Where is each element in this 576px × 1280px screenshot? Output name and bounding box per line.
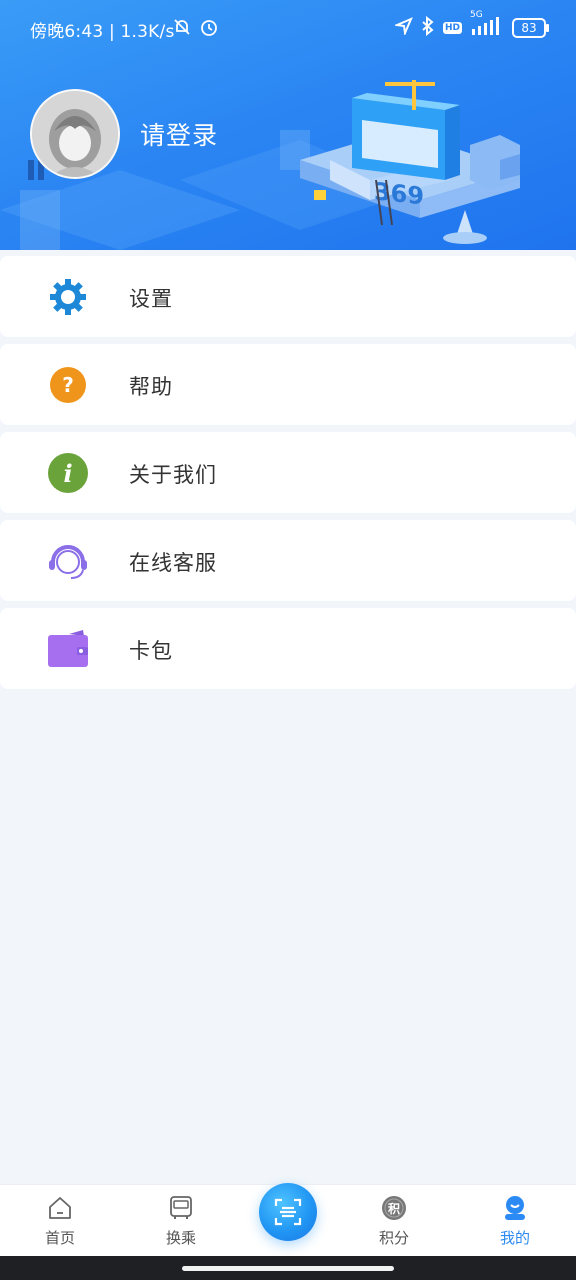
nav-label: 积分 bbox=[378, 1229, 409, 1247]
avatar-placeholder-icon bbox=[32, 91, 118, 177]
home-icon bbox=[49, 1197, 71, 1219]
nav-label: 换乘 bbox=[165, 1229, 196, 1247]
scan-icon bbox=[274, 1198, 302, 1226]
menu-list: 设置 ? 帮助 i 关于我们 在线客服 卡包 bbox=[0, 256, 576, 696]
alarm-icon bbox=[199, 17, 219, 42]
menu-item-label: 在线客服 bbox=[129, 551, 217, 575]
bus-icon bbox=[170, 1196, 192, 1219]
nav-points[interactable]: 积 积分 bbox=[354, 1185, 434, 1257]
gear-icon bbox=[50, 279, 86, 315]
avatar[interactable] bbox=[30, 89, 120, 179]
menu-item-label: 设置 bbox=[129, 287, 173, 311]
points-badge: 积 bbox=[388, 1201, 400, 1216]
status-bar: 傍晚6:43 | 1.3K/s HD 5G 83 bbox=[0, 0, 576, 56]
home-indicator[interactable] bbox=[182, 1266, 394, 1271]
nav-home[interactable]: 首页 bbox=[20, 1185, 100, 1257]
banner-number: 369 bbox=[374, 177, 424, 210]
menu-item-help[interactable]: ? 帮助 bbox=[0, 344, 576, 425]
hd-badge: HD bbox=[442, 22, 462, 34]
menu-item-customer-service[interactable]: 在线客服 bbox=[0, 520, 576, 601]
menu-item-settings[interactable]: 设置 bbox=[0, 256, 576, 337]
profile-icon bbox=[505, 1196, 525, 1220]
svg-text:i: i bbox=[63, 459, 72, 488]
help-icon: ? bbox=[50, 367, 86, 403]
menu-item-label: 帮助 bbox=[129, 375, 173, 399]
bluetooth-icon bbox=[421, 15, 435, 41]
svg-text:?: ? bbox=[62, 373, 74, 397]
menu-item-about[interactable]: i 关于我们 bbox=[0, 432, 576, 513]
profile-header: 369 傍晚6:43 | 1.3K/s HD 5G 83 请登录 bbox=[0, 0, 576, 250]
nav-label: 我的 bbox=[499, 1229, 530, 1247]
info-icon: i bbox=[48, 453, 88, 493]
location-icon bbox=[393, 16, 413, 40]
menu-item-label: 卡包 bbox=[129, 639, 173, 663]
scan-button[interactable] bbox=[259, 1183, 317, 1241]
battery-indicator: 83 bbox=[512, 18, 549, 38]
mute-icon bbox=[172, 17, 192, 42]
status-icons-right: HD 5G 83 bbox=[393, 10, 549, 42]
status-time: 傍晚6:43 | 1.3K/s bbox=[30, 22, 175, 42]
points-icon: 积 bbox=[382, 1196, 406, 1220]
nav-transfer[interactable]: 换乘 bbox=[141, 1185, 221, 1257]
nav-label: 首页 bbox=[44, 1229, 75, 1247]
menu-item-label: 关于我们 bbox=[129, 463, 217, 487]
signal-icon: 5G bbox=[470, 10, 504, 40]
menu-item-wallet[interactable]: 卡包 bbox=[0, 608, 576, 689]
wallet-icon bbox=[48, 630, 88, 667]
nav-mine[interactable]: 我的 bbox=[475, 1185, 555, 1257]
headset-icon bbox=[49, 545, 87, 579]
login-link[interactable]: 请登录 bbox=[140, 116, 218, 152]
